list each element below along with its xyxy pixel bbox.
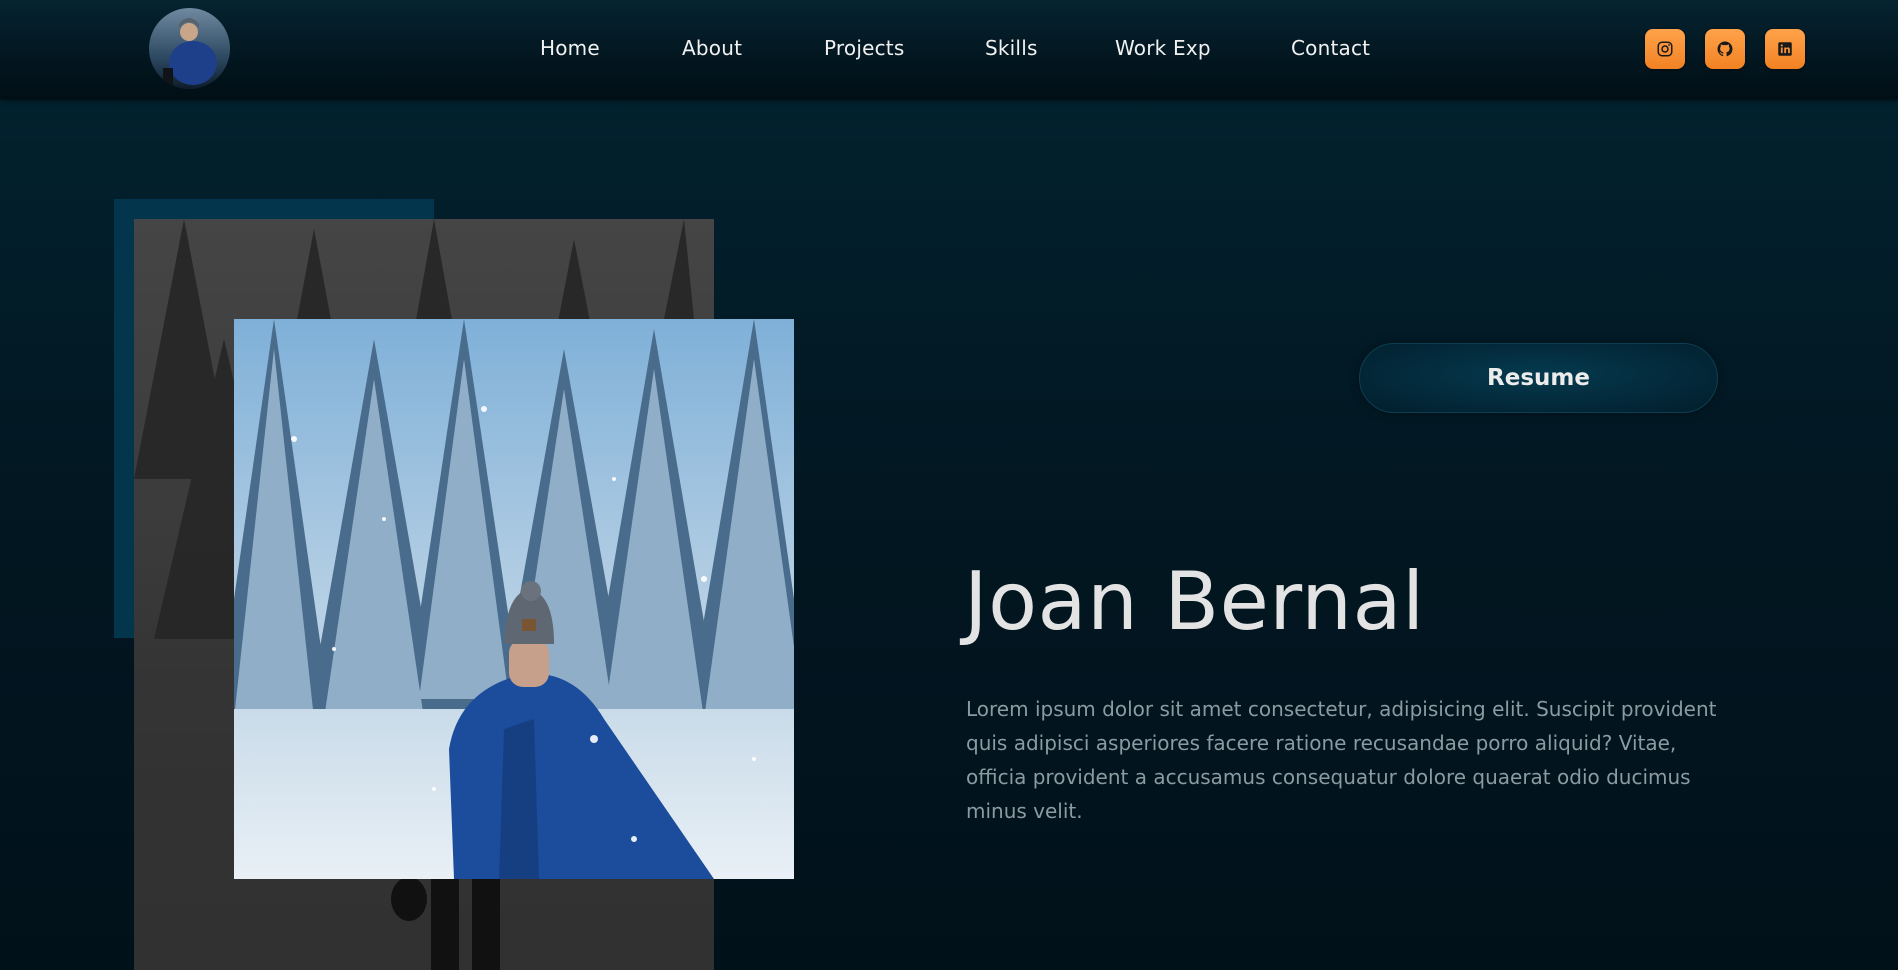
hero-photo bbox=[234, 319, 794, 879]
main-nav: Home About Projects Skills Work Exp Cont… bbox=[0, 0, 1898, 99]
hero-name: Joan Bernal bbox=[964, 555, 1425, 648]
hero-photo-graphic bbox=[234, 319, 794, 879]
resume-button[interactable]: Resume bbox=[1359, 343, 1718, 413]
nav-home[interactable]: Home bbox=[540, 36, 600, 60]
github-icon bbox=[1717, 41, 1733, 57]
nav-projects[interactable]: Projects bbox=[824, 36, 904, 60]
linkedin-button[interactable] bbox=[1765, 29, 1805, 69]
github-button[interactable] bbox=[1705, 29, 1745, 69]
nav-contact[interactable]: Contact bbox=[1291, 36, 1370, 60]
instagram-button[interactable] bbox=[1645, 29, 1685, 69]
linkedin-icon bbox=[1778, 42, 1792, 56]
nav-skills[interactable]: Skills bbox=[985, 36, 1038, 60]
instagram-icon bbox=[1657, 41, 1673, 57]
hero-description: Lorem ipsum dolor sit amet consectetur, … bbox=[966, 697, 1717, 823]
nav-about[interactable]: About bbox=[682, 36, 742, 60]
nav-work-exp[interactable]: Work Exp bbox=[1115, 36, 1211, 60]
site-header: Home About Projects Skills Work Exp Cont… bbox=[0, 0, 1898, 99]
